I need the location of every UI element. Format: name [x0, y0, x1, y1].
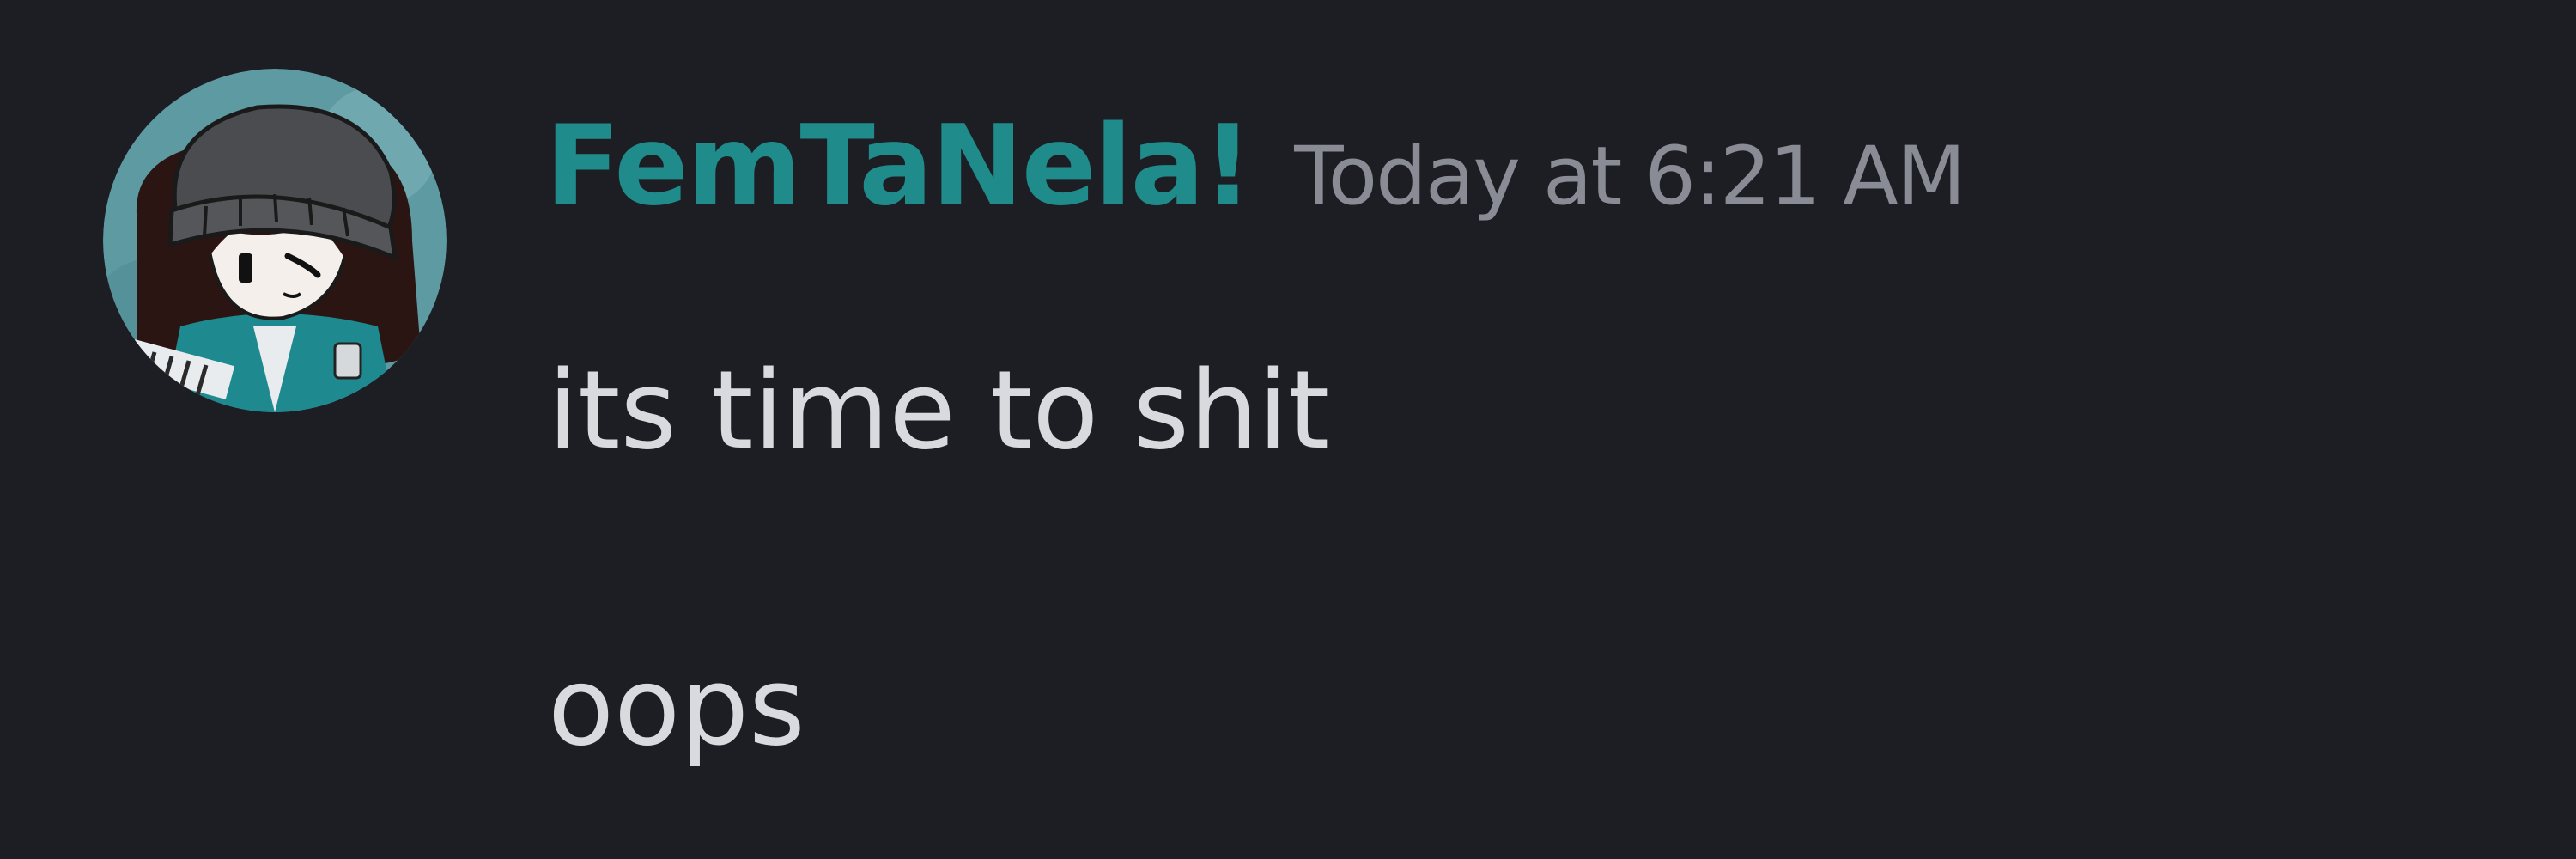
chat-area: FemTaNela! Today at 6:21 AM its time to … [0, 0, 2576, 859]
timestamp: Today at 6:21 AM [1294, 130, 1965, 223]
message-text: its time to shit [548, 347, 1331, 473]
message-text: oops [548, 643, 805, 770]
message-group: FemTaNela! Today at 6:21 AM its time to … [0, 0, 2576, 859]
avatar-image [103, 69, 447, 412]
message-header: FemTaNela! Today at 6:21 AM [545, 112, 1966, 258]
user-avatar[interactable] [103, 69, 447, 412]
username[interactable]: FemTaNela! [545, 112, 1253, 222]
